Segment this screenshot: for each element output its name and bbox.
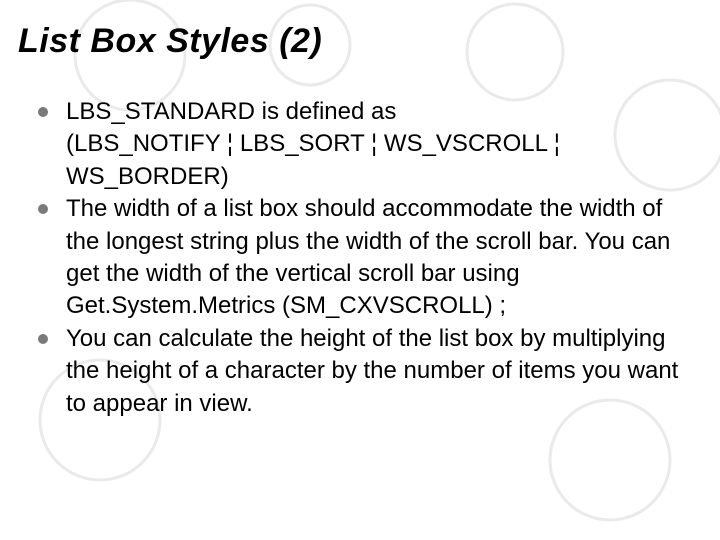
list-item: You can calculate the height of the list…	[32, 323, 686, 420]
circle-icon	[467, 4, 563, 100]
bullet-text: LBS_STANDARD is defined as	[66, 96, 686, 128]
list-item: LBS_STANDARD is defined as (LBS_NOTIFY ¦…	[32, 96, 686, 193]
page-title: List Box Styles (2)	[18, 22, 322, 61]
bullet-icon	[38, 204, 48, 214]
content-area: LBS_STANDARD is defined as (LBS_NOTIFY ¦…	[32, 96, 686, 420]
bullet-text: You can calculate the height of the list…	[66, 323, 686, 420]
bullet-text: Get.System.Metrics (SM_CXVSCROLL) ;	[66, 290, 686, 322]
slide: List Box Styles (2) LBS_STANDARD is defi…	[0, 0, 720, 540]
bullet-icon	[38, 107, 48, 117]
bullet-text: (LBS_NOTIFY ¦ LBS_SORT ¦ WS_VSCROLL ¦ WS…	[66, 128, 686, 193]
list-item: The width of a list box should accommoda…	[32, 193, 686, 323]
bullet-list: LBS_STANDARD is defined as (LBS_NOTIFY ¦…	[32, 96, 686, 420]
bullet-icon	[38, 334, 48, 344]
bullet-text: The width of a list box should accommoda…	[66, 193, 686, 290]
